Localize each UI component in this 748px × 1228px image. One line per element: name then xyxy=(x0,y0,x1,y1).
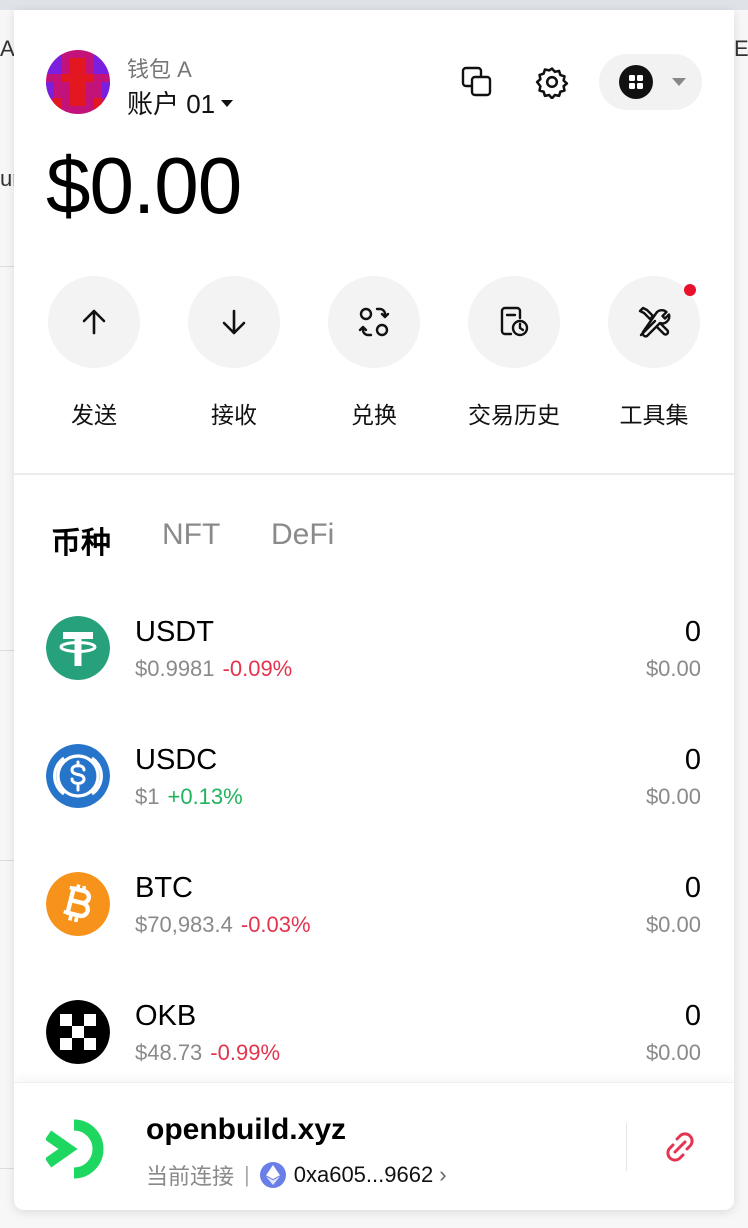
vertical-divider xyxy=(626,1123,627,1171)
okb-icon xyxy=(46,1000,110,1064)
token-price: $48.73 xyxy=(135,1040,203,1065)
token-value: $0.00 xyxy=(645,784,701,809)
swap-icon xyxy=(358,307,390,337)
usdt-icon xyxy=(46,616,110,680)
token-amount: 0 xyxy=(684,1000,701,1032)
history-icon xyxy=(500,306,529,337)
token-price: $70,983.4 xyxy=(135,912,233,937)
token-change: +0.13% xyxy=(167,784,243,809)
btc-icon xyxy=(46,872,110,936)
usdc-icon xyxy=(46,744,110,808)
copy-icon xyxy=(461,66,492,97)
swap-action-circle xyxy=(328,276,420,368)
token-amount: 0 xyxy=(684,872,701,904)
connected-site-name: openbuild.xyz xyxy=(146,1113,347,1146)
openbuild-logo-icon xyxy=(44,1113,118,1185)
section-divider xyxy=(14,473,734,475)
token-price-line: $48.73 -0.99% xyxy=(135,1040,280,1066)
tools-button[interactable]: 工具集 xyxy=(584,276,724,430)
send-action-circle xyxy=(48,276,140,368)
receive-button[interactable]: 接收 xyxy=(164,276,304,430)
wallet-name: 钱包 A xyxy=(127,57,192,82)
token-symbol: OKB xyxy=(135,1000,197,1032)
background-divider xyxy=(0,650,14,651)
token-value: $0.00 xyxy=(645,1040,701,1065)
account-switcher[interactable]: 账户 01 xyxy=(127,84,234,121)
apps-grid-icon xyxy=(619,65,653,99)
background-divider xyxy=(0,860,14,861)
tools-icon xyxy=(638,306,671,338)
token-value: $0.00 xyxy=(645,912,701,937)
background-divider xyxy=(0,1168,14,1169)
arrow-down-icon xyxy=(222,309,246,335)
token-symbol: USDT xyxy=(135,616,214,648)
wallet-popup: 钱包 A 账户 01 $0.00 发送 接收 兑换 交易历史 工具集 币种 NF… xyxy=(14,10,734,1210)
settings-button[interactable] xyxy=(532,62,572,102)
token-symbol: USDC xyxy=(135,744,218,776)
token-amount: 0 xyxy=(684,616,701,648)
browser-tab-bar xyxy=(0,0,748,10)
token-price: $0.9981 xyxy=(135,656,215,681)
total-balance: $0.00 xyxy=(46,141,242,230)
token-price-line: $70,983.4 -0.03% xyxy=(135,912,311,938)
disconnect-button[interactable] xyxy=(656,1123,704,1171)
background-divider xyxy=(0,266,14,267)
tab-nft[interactable]: NFT xyxy=(162,518,220,552)
history-action-circle xyxy=(468,276,560,368)
ethereum-icon xyxy=(259,1162,286,1188)
tools-label: 工具集 xyxy=(619,402,689,428)
connection-status-row[interactable]: 当前连接 | 0xa605...9662 › xyxy=(146,1159,447,1191)
caret-down-icon xyxy=(221,100,234,107)
token-price: $1 xyxy=(135,784,160,809)
token-price-line: $1 +0.13% xyxy=(135,784,243,810)
connection-status: 当前连接 xyxy=(146,1164,235,1189)
separator: | xyxy=(244,1162,250,1187)
token-change: -0.09% xyxy=(222,656,293,681)
apps-menu-button[interactable] xyxy=(599,54,702,110)
receive-label: 接收 xyxy=(211,402,257,428)
history-button[interactable]: 交易历史 xyxy=(444,276,584,430)
account-avatar[interactable] xyxy=(46,50,110,114)
account-name: 账户 01 xyxy=(127,89,216,119)
gear-icon xyxy=(535,67,569,99)
receive-action-circle xyxy=(188,276,280,368)
background-text-top-right: E xyxy=(734,36,748,61)
send-button[interactable]: 发送 xyxy=(24,276,164,430)
tab-tokens[interactable]: 币种 xyxy=(51,518,111,562)
token-row-btc[interactable]: BTC $70,983.4 -0.03% 0 $0.00 xyxy=(14,872,734,972)
tools-action-circle xyxy=(608,276,700,368)
swap-label: 兑换 xyxy=(351,402,397,428)
connected-site-bar: openbuild.xyz 当前连接 | 0xa605...9662 › xyxy=(14,1082,734,1210)
unlink-icon xyxy=(666,1132,694,1162)
token-change: -0.99% xyxy=(210,1040,281,1065)
chevron-down-icon xyxy=(672,78,686,86)
copy-address-button[interactable] xyxy=(457,62,497,102)
chevron-right-icon: › xyxy=(439,1162,447,1187)
token-value: $0.00 xyxy=(645,656,701,681)
token-symbol: BTC xyxy=(135,872,193,904)
notification-badge xyxy=(684,284,696,296)
token-price-line: $0.9981 -0.09% xyxy=(135,656,292,682)
token-row-usdc[interactable]: USDC $1 +0.13% 0 $0.00 xyxy=(14,744,734,844)
history-label: 交易历史 xyxy=(468,402,560,428)
token-amount: 0 xyxy=(684,744,701,776)
swap-button[interactable]: 兑换 xyxy=(304,276,444,430)
connected-address: 0xa605...9662 xyxy=(293,1162,434,1187)
arrow-up-icon xyxy=(82,309,106,335)
send-label: 发送 xyxy=(71,402,117,428)
token-change: -0.03% xyxy=(240,912,311,937)
token-row-usdt[interactable]: USDT $0.9981 -0.09% 0 $0.00 xyxy=(14,616,734,716)
tab-defi[interactable]: DeFi xyxy=(271,518,334,552)
